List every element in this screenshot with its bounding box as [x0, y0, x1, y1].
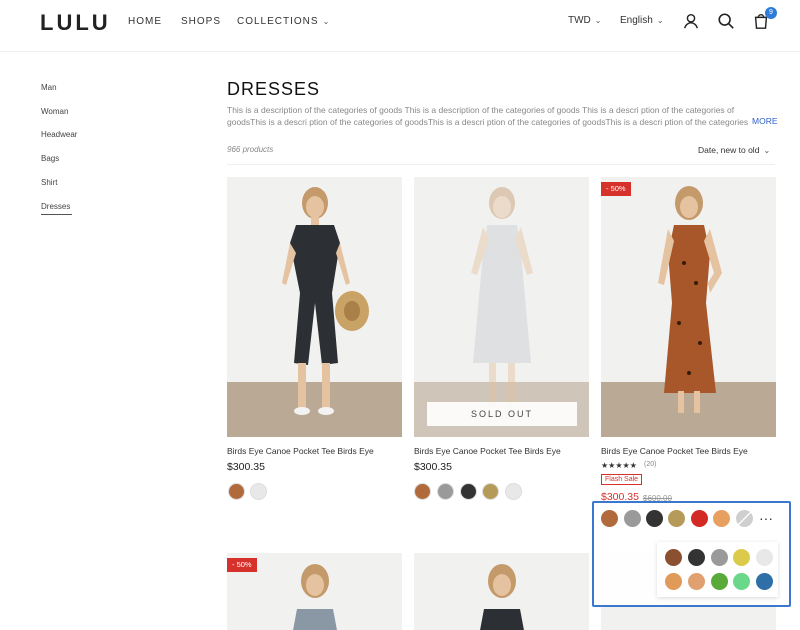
page-title: DRESSES	[227, 79, 321, 99]
color-swatch[interactable]	[601, 510, 618, 527]
language-label: English	[620, 15, 653, 26]
flash-sale-tag: Flash Sale	[601, 474, 643, 485]
color-swatch[interactable]	[665, 549, 682, 566]
product-price: $300.35	[227, 461, 265, 473]
product-price: $300.35	[414, 461, 452, 473]
product-image[interactable]: SOLD OUT	[414, 177, 589, 437]
brand-logo[interactable]: LULU	[40, 10, 111, 36]
sidebar-item-headwear[interactable]: Headwear	[41, 130, 77, 139]
sold-out-label: SOLD OUT	[427, 402, 577, 426]
product-image[interactable]	[227, 177, 402, 437]
model-figure	[281, 187, 369, 415]
nav-collections[interactable]: COLLECTIONS ⌄	[237, 16, 330, 27]
account-icon[interactable]	[682, 12, 700, 30]
color-swatch[interactable]	[665, 573, 682, 590]
nav-collections-label: COLLECTIONS	[237, 16, 319, 27]
model-figure	[479, 564, 524, 630]
color-swatch[interactable]	[688, 549, 705, 566]
product-name[interactable]: Birds Eye Canoe Pocket Tee Birds Eye	[414, 446, 561, 456]
category-description: This is a description of the categories …	[227, 105, 749, 127]
nav-shops[interactable]: SHOPS	[181, 16, 221, 27]
sidebar-item-bags[interactable]: Bags	[41, 154, 59, 163]
color-swatch[interactable]	[250, 483, 267, 500]
nav-home[interactable]: HOME	[128, 16, 162, 27]
model-figure	[470, 187, 533, 408]
strike-icon	[737, 511, 752, 526]
color-swatch[interactable]	[711, 573, 728, 590]
cart-count-badge: 9	[765, 7, 777, 19]
chevron-down-icon: ⌄	[656, 16, 664, 25]
color-swatch[interactable]	[733, 549, 750, 566]
model-figure	[292, 564, 337, 630]
sort-label: Date, new to old	[698, 145, 760, 155]
more-swatches-button[interactable]: ···	[759, 510, 773, 526]
color-swatch[interactable]	[460, 483, 477, 500]
site-header: LULU HOME SHOPS COLLECTIONS ⌄ TWD ⌄ Englis…	[0, 0, 800, 52]
divider	[227, 164, 775, 165]
sort-dropdown[interactable]: Date, new to old ⌄	[698, 145, 770, 155]
language-selector[interactable]: English ⌄	[620, 15, 664, 26]
color-swatch[interactable]	[414, 483, 431, 500]
sidebar-item-shirt[interactable]: Shirt	[41, 178, 57, 187]
review-count: (20)	[644, 461, 657, 468]
color-swatch[interactable]	[437, 483, 454, 500]
color-swatch[interactable]	[646, 510, 663, 527]
chevron-down-icon: ⌄	[322, 17, 331, 26]
color-swatch[interactable]	[668, 510, 685, 527]
rating-stars: ★★★★★	[601, 461, 637, 470]
color-swatch[interactable]	[505, 483, 522, 500]
color-swatch[interactable]	[688, 573, 705, 590]
sidebar-item-man[interactable]: Man	[41, 83, 57, 92]
currency-label: TWD	[568, 15, 591, 26]
color-swatch[interactable]	[756, 549, 773, 566]
currency-selector[interactable]: TWD ⌄	[568, 15, 601, 26]
color-swatch[interactable]	[711, 549, 728, 566]
color-swatch[interactable]	[691, 510, 708, 527]
chevron-down-icon: ⌄	[763, 146, 771, 155]
active-item-underline	[41, 214, 72, 215]
color-swatch-unavailable[interactable]	[736, 510, 753, 527]
chevron-down-icon: ⌄	[594, 16, 602, 25]
color-swatch[interactable]	[713, 510, 730, 527]
discount-badge: - 50%	[601, 182, 631, 196]
product-name[interactable]: Birds Eye Canoe Pocket Tee Birds Eye	[227, 446, 374, 456]
product-image[interactable]	[414, 553, 589, 630]
color-swatch[interactable]	[624, 510, 641, 527]
color-swatch[interactable]	[733, 573, 750, 590]
color-swatch[interactable]	[482, 483, 499, 500]
color-swatch[interactable]	[228, 483, 245, 500]
discount-badge: - 50%	[227, 558, 257, 572]
color-swatch[interactable]	[756, 573, 773, 590]
product-name[interactable]: Birds Eye Canoe Pocket Tee Birds Eye	[601, 446, 748, 456]
search-icon[interactable]	[717, 12, 735, 30]
product-count: 966 products	[227, 145, 274, 154]
sidebar-item-dresses[interactable]: Dresses	[41, 202, 70, 211]
model-figure	[657, 186, 722, 413]
product-image[interactable]	[601, 177, 776, 437]
sidebar-item-woman[interactable]: Woman	[41, 107, 68, 116]
more-link[interactable]: MORE	[752, 116, 778, 126]
